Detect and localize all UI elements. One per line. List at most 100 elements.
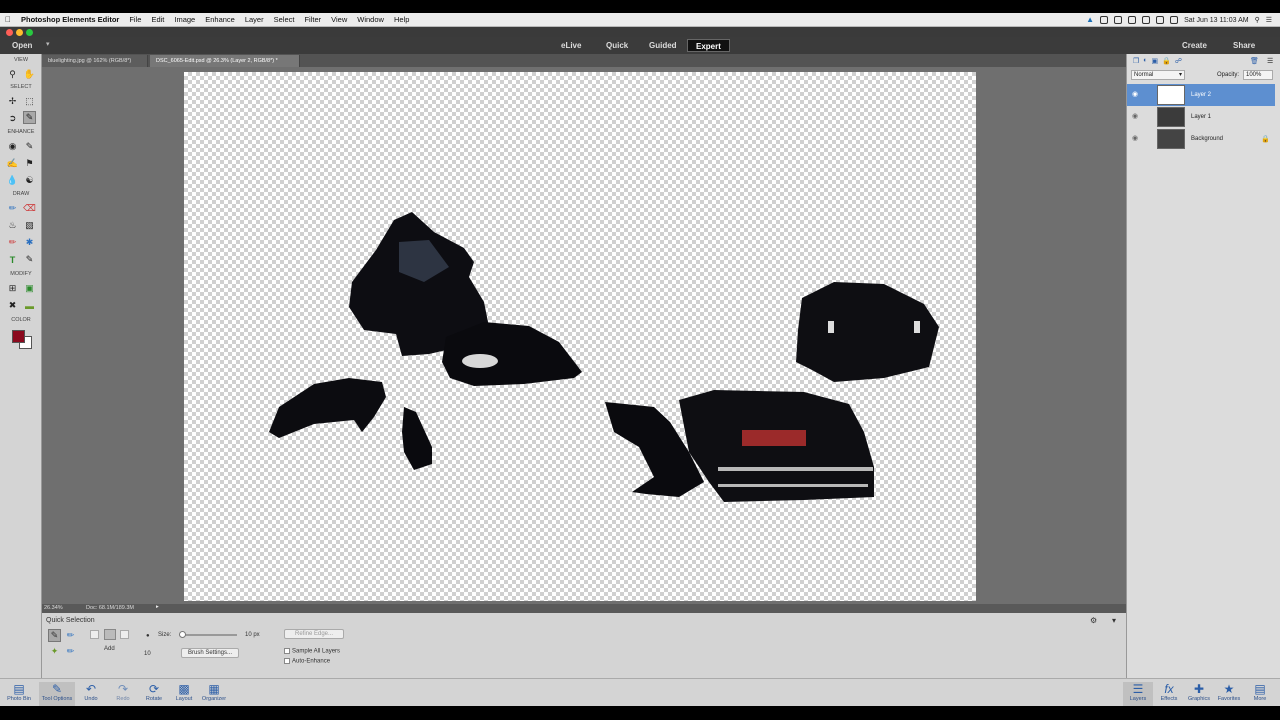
quick-selection-option-icon[interactable]: ✎ bbox=[48, 629, 61, 642]
wifi-icon[interactable] bbox=[1142, 16, 1151, 24]
open-dropdown-icon[interactable]: ▾ bbox=[46, 40, 50, 48]
app-name[interactable]: Photoshop Elements Editor bbox=[16, 15, 124, 24]
sponge-tool-icon[interactable]: ☯ bbox=[23, 174, 36, 187]
quick-selection-tool-icon[interactable]: ✎ bbox=[23, 111, 36, 124]
red-eye-tool-icon[interactable]: ◉ bbox=[6, 140, 19, 153]
visibility-eye-icon[interactable]: ◉ bbox=[1132, 90, 1138, 98]
new-layer-icon[interactable]: ❐ bbox=[1133, 57, 1139, 65]
photo-bin-button[interactable]: ▤ Photo Bin bbox=[4, 682, 34, 706]
menu-file[interactable]: File bbox=[124, 15, 146, 24]
notification-icon[interactable] bbox=[1100, 16, 1109, 24]
layout-button[interactable]: ▩ Layout bbox=[169, 682, 199, 706]
sample-all-layers-checkbox[interactable] bbox=[284, 648, 290, 654]
recompose-tool-icon[interactable]: ▣ bbox=[23, 282, 36, 295]
auto-selection-option-icon[interactable]: ✏ bbox=[64, 645, 77, 658]
layer-name[interactable]: Layer 2 bbox=[1191, 92, 1211, 98]
add-selection-icon[interactable] bbox=[104, 629, 116, 640]
effects-button[interactable]: fx Effects bbox=[1154, 682, 1184, 706]
menu-layer[interactable]: Layer bbox=[240, 15, 269, 24]
layer-row-background[interactable]: ◉ Background 🔒 bbox=[1127, 128, 1275, 150]
tab-elive[interactable]: eLive bbox=[553, 39, 589, 52]
screen-icon[interactable] bbox=[1114, 16, 1123, 24]
hand-tool-icon[interactable]: ✋ bbox=[23, 68, 36, 81]
brush-tool-icon[interactable]: ✏ bbox=[6, 202, 19, 215]
selection-brush-option-icon[interactable]: ✏ bbox=[64, 629, 77, 642]
share-button[interactable]: Share bbox=[1225, 39, 1263, 52]
layer-row-layer-1[interactable]: ◉ Layer 1 bbox=[1127, 106, 1275, 128]
auto-enhance-option[interactable]: Auto-Enhance bbox=[284, 658, 330, 665]
open-button[interactable]: Open bbox=[4, 39, 40, 52]
minimize-window-button[interactable] bbox=[16, 29, 23, 36]
dropbox-icon[interactable] bbox=[1128, 16, 1137, 24]
menu-edit[interactable]: Edit bbox=[146, 15, 169, 24]
marquee-tool-icon[interactable]: ⬚ bbox=[23, 95, 36, 108]
lock-icon[interactable]: 🔒 bbox=[1162, 57, 1171, 65]
menu-image[interactable]: Image bbox=[169, 15, 200, 24]
doc-size-readout[interactable]: Doc: 68.1M/189.3M bbox=[86, 605, 134, 611]
menu-select[interactable]: Select bbox=[269, 15, 300, 24]
delete-layer-icon[interactable]: 🗑 bbox=[1250, 57, 1259, 65]
straighten-tool-icon[interactable]: ▬ bbox=[23, 299, 36, 312]
shape-tool-icon[interactable]: ✱ bbox=[23, 236, 36, 249]
smart-brush-tool-icon[interactable]: ✍ bbox=[6, 157, 19, 170]
layer-row-layer-2[interactable]: ◉ Layer 2 bbox=[1127, 84, 1275, 106]
tab-expert[interactable]: Expert bbox=[687, 39, 730, 52]
type-tool-icon[interactable]: T bbox=[6, 253, 19, 266]
auto-enhance-checkbox[interactable] bbox=[284, 658, 290, 664]
menu-window[interactable]: Window bbox=[352, 15, 389, 24]
adjustment-layer-icon[interactable]: ◐ bbox=[1143, 57, 1147, 65]
new-selection-icon[interactable] bbox=[90, 630, 99, 639]
status-menu-icon[interactable]: ▸ bbox=[156, 604, 159, 610]
size-slider[interactable] bbox=[179, 631, 237, 638]
visibility-hidden-icon[interactable]: ◉ bbox=[1132, 134, 1138, 142]
menu-help[interactable]: Help bbox=[389, 15, 414, 24]
magic-wand-option-icon[interactable]: ✦ bbox=[48, 645, 61, 658]
size-slider-handle[interactable] bbox=[179, 631, 187, 638]
list-icon[interactable]: ☰ bbox=[1266, 16, 1272, 24]
more-button[interactable]: ▤ More bbox=[1245, 682, 1275, 706]
battery-icon[interactable] bbox=[1170, 16, 1179, 24]
lasso-tool-icon[interactable]: ➲ bbox=[6, 112, 19, 125]
menu-filter[interactable]: Filter bbox=[299, 15, 326, 24]
zoom-tool-icon[interactable]: ⚲ bbox=[6, 68, 19, 81]
panel-menu-icon[interactable]: ▾ bbox=[1112, 616, 1116, 625]
organizer-button[interactable]: ▦ Organizer bbox=[199, 682, 229, 706]
zoom-window-button[interactable] bbox=[26, 29, 33, 36]
twitter-icon[interactable]: ▲ bbox=[1086, 16, 1094, 24]
link-icon[interactable]: ☍ bbox=[1175, 57, 1182, 65]
spot-healing-tool-icon[interactable]: ✎ bbox=[23, 140, 36, 153]
sample-all-layers-option[interactable]: Sample All Layers bbox=[284, 648, 340, 655]
tab-quick[interactable]: Quick bbox=[598, 39, 636, 52]
tool-options-button[interactable]: ✎ Tool Options bbox=[39, 682, 75, 706]
tab-guided[interactable]: Guided bbox=[641, 39, 685, 52]
move-tool-icon[interactable]: ✢ bbox=[6, 95, 19, 108]
layer-name[interactable]: Background bbox=[1191, 136, 1223, 142]
opacity-field[interactable]: 100% bbox=[1243, 70, 1273, 80]
clone-stamp-tool-icon[interactable]: ⚑ bbox=[23, 157, 36, 170]
blend-mode-select[interactable]: Normal ▾ bbox=[1131, 70, 1185, 80]
menu-view[interactable]: View bbox=[326, 15, 352, 24]
visibility-hidden-icon[interactable]: ◉ bbox=[1132, 112, 1138, 120]
doc-tab-dsc-6065[interactable]: DSC_6065-Edit.psd @ 26.3% (Layer 2, RGB/… bbox=[150, 55, 300, 67]
create-button[interactable]: Create bbox=[1174, 39, 1215, 52]
doc-tab-bluelighting[interactable]: bluelighting.jpg @ 162% (RGB/8*) bbox=[42, 55, 148, 67]
search-icon[interactable]: ⚲ bbox=[1255, 16, 1260, 24]
gradient-tool-icon[interactable]: ▧ bbox=[23, 219, 36, 232]
graphics-button[interactable]: ✚ Graphics bbox=[1184, 682, 1214, 706]
refine-edge-button[interactable]: Refine Edge... bbox=[284, 629, 344, 639]
zoom-readout[interactable]: 26.34% bbox=[44, 605, 63, 611]
brush-settings-button[interactable]: Brush Settings... bbox=[181, 648, 239, 658]
pencil-tool-icon[interactable]: ✎ bbox=[23, 253, 36, 266]
foreground-color-swatch[interactable] bbox=[12, 330, 25, 343]
undo-button[interactable]: ↶ Undo bbox=[76, 682, 106, 706]
menu-enhance[interactable]: Enhance bbox=[200, 15, 240, 24]
crop-tool-icon[interactable]: ⊞ bbox=[6, 282, 19, 295]
rotate-button[interactable]: ⟳ Rotate bbox=[139, 682, 169, 706]
help-icon[interactable]: ⚙ bbox=[1090, 616, 1097, 625]
layers-button[interactable]: ☰ Layers bbox=[1123, 682, 1153, 706]
blur-tool-icon[interactable]: 💧 bbox=[6, 174, 19, 187]
eraser-tool-icon[interactable]: ⌫ bbox=[23, 202, 36, 215]
volume-icon[interactable] bbox=[1156, 16, 1165, 24]
paint-bucket-tool-icon[interactable]: ♨ bbox=[6, 219, 19, 232]
clock[interactable]: Sat Jun 13 11:03 AM bbox=[1184, 17, 1248, 24]
